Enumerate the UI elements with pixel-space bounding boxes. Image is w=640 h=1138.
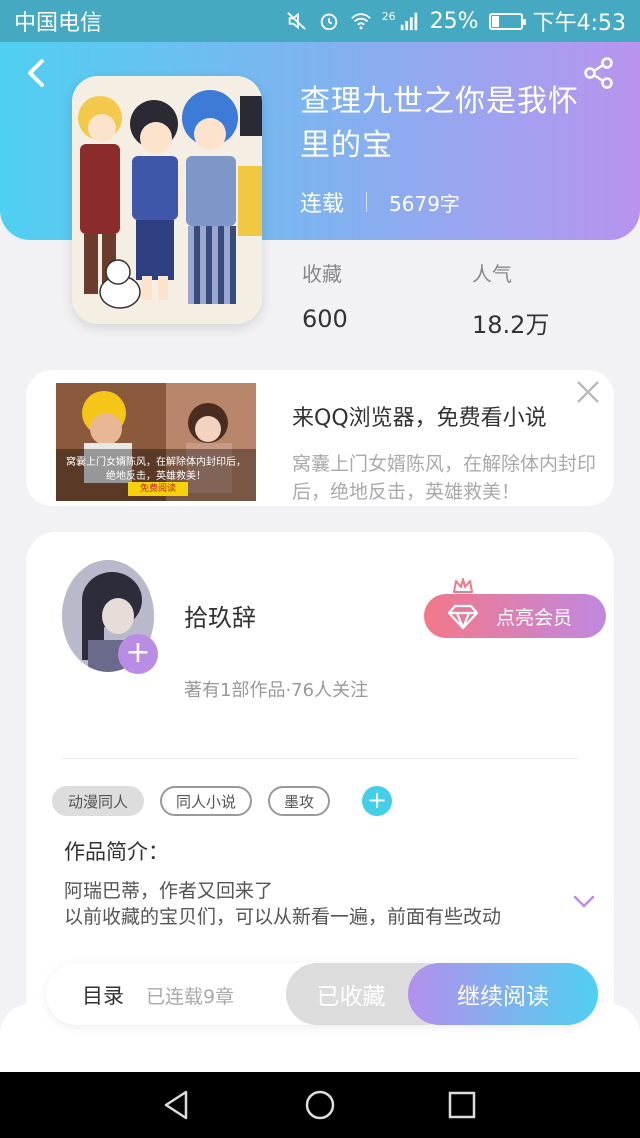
book-title: 查理九世之你是我怀里的宝	[300, 84, 579, 163]
tag-item[interactable]: 动漫同人	[52, 786, 145, 816]
cover-illustration	[72, 76, 262, 324]
tag-item[interactable]: 墨攻	[268, 786, 331, 816]
wifi-icon	[350, 13, 371, 30]
clock: 下午4:53	[532, 11, 626, 36]
favorites-label: 收藏	[302, 262, 342, 286]
status-bar: 中国电信 26 25% 下午4:53	[0, 0, 640, 42]
vip-button-label: 点亮会员	[496, 606, 573, 629]
ad-banner[interactable]: 窝囊上门女婿陈风，在解除体内封印后， 绝地反击，英雄救美！ 免费阅读 来QQ浏览…	[26, 370, 614, 506]
status-divider	[366, 192, 368, 212]
ad-title: 来QQ浏览器，免费看小说	[292, 406, 547, 431]
signal-icon	[400, 12, 417, 31]
intro-label: 作品简介：	[64, 840, 169, 864]
crown-icon	[453, 578, 473, 593]
network-type: 26	[381, 9, 396, 23]
book-status-row: 连载 5679字	[300, 186, 460, 218]
nav-recents-icon[interactable]	[445, 1088, 479, 1122]
intro-line: 以前收藏的宝贝们，可以从新看一遍，前面有些改动	[64, 906, 502, 928]
book-cover[interactable]	[72, 76, 262, 324]
popularity-stat: 人气 18.2万	[472, 258, 549, 340]
ad-image: 窝囊上门女婿陈风，在解除体内封印后， 绝地反击，英雄救美！ 免费阅读	[56, 383, 256, 501]
close-icon[interactable]	[574, 378, 602, 406]
catalog-button[interactable]: 目录	[82, 980, 124, 1010]
author-meta: 著有1部作品·76人关注	[184, 680, 369, 701]
carrier-label: 中国电信	[14, 11, 103, 36]
tag-list: 动漫同人 同人小说 墨攻 +	[52, 786, 393, 816]
status-icons: 26 25% 下午4:53	[286, 5, 626, 37]
mute-icon	[286, 12, 306, 30]
tag-add-icon[interactable]: +	[362, 786, 393, 816]
nav-back-icon[interactable]	[160, 1088, 194, 1122]
ad-image-button: 免费阅读	[128, 482, 188, 496]
ad-description: 窝囊上门女婿陈风，在解除体内封印后，绝地反击，英雄救美！	[292, 453, 597, 503]
battery-percent: 25%	[429, 8, 479, 34]
ad-image-caption-1: 窝囊上门女婿陈风，在解除体内封印后，	[66, 457, 246, 468]
continue-reading-button[interactable]: 继续阅读	[408, 963, 598, 1025]
tag-item[interactable]: 同人小说	[160, 786, 253, 816]
card-divider	[62, 758, 578, 759]
word-count: 5679字	[389, 191, 460, 216]
continue-reading-label: 继续阅读	[457, 984, 549, 1010]
serial-status: 连载	[300, 192, 345, 217]
battery-fill	[491, 15, 499, 27]
favorites-stat: 收藏 600	[302, 258, 348, 333]
chapter-count: 已连载9章	[146, 986, 235, 1008]
intro-line: 阿瑞巴蒂，作者又回来了	[64, 880, 274, 902]
navigation-bar	[0, 1072, 640, 1138]
author-name: 拾玖辞	[184, 604, 256, 632]
popularity-value: 18.2万	[472, 311, 550, 339]
popularity-label: 人气	[472, 262, 512, 286]
battery-icon	[488, 12, 526, 30]
favorites-value: 600	[302, 305, 348, 333]
alarm-icon	[320, 13, 337, 31]
intro-text: 阿瑞巴蒂，作者又回来了 以前收藏的宝贝们，可以从新看一遍，前面有些改动	[64, 878, 564, 930]
ad-image-caption-2: 绝地反击，英雄救美！	[106, 471, 206, 482]
chevron-down-icon[interactable]	[572, 894, 596, 910]
diamond-icon	[447, 604, 479, 630]
avatar-add-icon: +	[125, 635, 151, 670]
back-icon[interactable]	[20, 56, 54, 90]
action-bar: 目录 已连载9章 已收藏 继续阅读	[46, 963, 598, 1025]
follow-author-button[interactable]: +	[118, 634, 158, 674]
nav-home-icon[interactable]	[303, 1088, 337, 1122]
collected-label: 已收藏	[316, 984, 386, 1010]
